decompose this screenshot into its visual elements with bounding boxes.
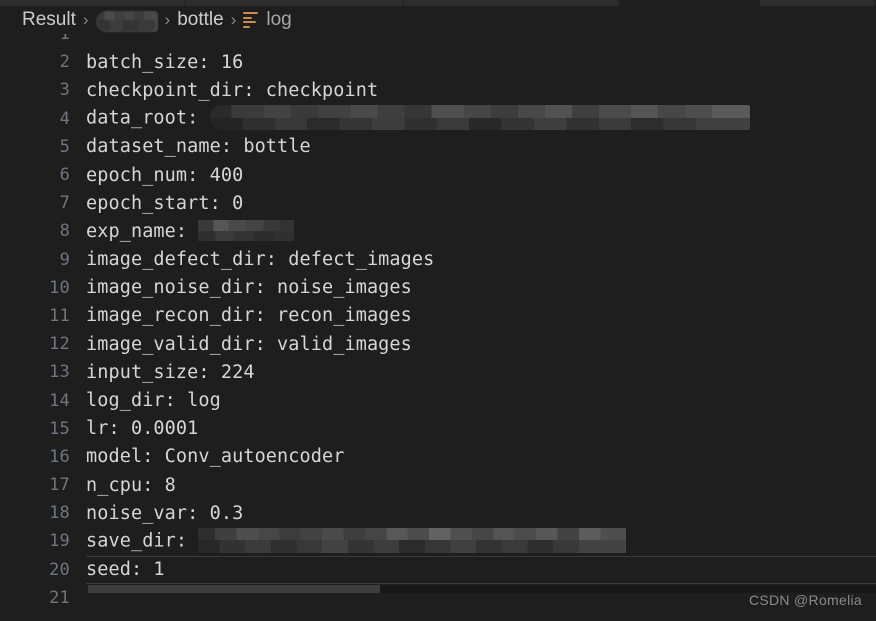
- line-number: 16: [49, 446, 70, 467]
- line-number: 11: [49, 305, 70, 326]
- code-text: model: Conv_autoencoder: [86, 446, 345, 468]
- line-number: 14: [49, 390, 70, 411]
- line-number: 5: [59, 136, 70, 157]
- line-number: 20: [49, 559, 70, 580]
- line-number: 21: [49, 587, 70, 608]
- line-number: 3: [59, 80, 70, 101]
- code-text: noise_var: 0.3: [86, 502, 244, 524]
- breadcrumb-item-root[interactable]: Result: [22, 9, 76, 31]
- code-text: exp_name:: [86, 220, 876, 243]
- code-text: log_dir: log: [86, 390, 221, 412]
- code-text: image_recon_dir: recon_images: [86, 305, 412, 327]
- code-line[interactable]: 15 lr: 0.0001: [0, 415, 876, 443]
- code-line[interactable]: 4 data_root:: [0, 105, 876, 133]
- line-number: 19: [49, 531, 70, 552]
- line-number: 4: [59, 108, 70, 129]
- code-line[interactable]: 10 image_noise_dir: noise_images: [0, 274, 876, 302]
- breadcrumb-separator-icon: ›: [230, 10, 237, 29]
- code-text: input_size: 224: [86, 361, 255, 383]
- code-text: epoch_start: 0: [86, 192, 244, 214]
- code-text: batch_size: 16: [86, 51, 244, 73]
- breadcrumb-separator-icon: ›: [164, 10, 171, 29]
- line-number: 12: [49, 334, 70, 355]
- code-text: image_noise_dir: noise_images: [86, 277, 412, 299]
- redacted-value: [198, 527, 627, 553]
- line-number: 6: [59, 165, 70, 186]
- line-number: 15: [49, 418, 70, 439]
- breadcrumb-item-file[interactable]: log: [266, 9, 291, 31]
- code-line[interactable]: 6 epoch_num: 400: [0, 161, 876, 189]
- code-line[interactable]: 11 image_recon_dir: recon_images: [0, 302, 876, 330]
- code-text: checkpoint_dir: checkpoint: [86, 79, 379, 101]
- code-line[interactable]: 14 log_dir: log: [0, 386, 876, 414]
- breadcrumb-separator-icon: ›: [82, 10, 89, 29]
- code-text: dataset_name: bottle: [86, 136, 311, 158]
- code-line[interactable]: 13 input_size: 224: [0, 358, 876, 386]
- code-line[interactable]: 7 epoch_start: 0: [0, 189, 876, 217]
- line-number: 10: [49, 277, 70, 298]
- line-number: 8: [59, 221, 70, 242]
- line-number: 7: [59, 193, 70, 214]
- code-text: image_defect_dir: defect_images: [86, 249, 435, 271]
- code-text: seed: 1: [86, 559, 165, 581]
- code-editor[interactable]: 1 2 batch_size: 16 3 checkpoint_dir: checkpo…: [0, 34, 876, 621]
- code-line[interactable]: 1: [0, 34, 876, 48]
- code-line[interactable]: 19 save_dir:: [0, 527, 876, 555]
- code-line[interactable]: 21: [0, 584, 876, 612]
- code-line[interactable]: 3 checkpoint_dir: checkpoint: [0, 76, 876, 104]
- code-lines: 1 2 batch_size: 16 3 checkpoint_dir: checkpo…: [0, 34, 876, 612]
- breadcrumb-item-folder[interactable]: bottle: [177, 9, 223, 31]
- code-text: save_dir:: [86, 527, 876, 554]
- line-number: 18: [49, 503, 70, 524]
- watermark: CSDN @Romelia: [748, 592, 862, 608]
- redacted-value: [209, 105, 750, 131]
- editor-window: Result › › bottle › log 1 2 batch_size: 16…: [0, 0, 876, 621]
- line-number: 2: [59, 52, 70, 73]
- code-text: lr: 0.0001: [86, 418, 199, 440]
- line-number: 9: [59, 249, 70, 270]
- code-line[interactable]: 12 image_valid_dir: valid_images: [0, 330, 876, 358]
- code-line[interactable]: 5 dataset_name: bottle: [0, 133, 876, 161]
- log-lines-icon: [243, 12, 259, 28]
- code-line[interactable]: 2 batch_size: 16: [0, 48, 876, 76]
- code-text: epoch_num: 400: [86, 164, 244, 186]
- line-number: 1: [59, 34, 70, 45]
- code-line[interactable]: 18 noise_var: 0.3: [0, 499, 876, 527]
- redacted-value: [198, 220, 295, 242]
- code-text: n_cpu: 8: [86, 474, 176, 496]
- breadcrumb-item-redacted[interactable]: [95, 10, 158, 32]
- code-text: image_valid_dir: valid_images: [86, 333, 412, 355]
- code-text: data_root:: [86, 105, 876, 131]
- code-line[interactable]: 20 seed: 1: [0, 555, 876, 593]
- code-line[interactable]: 16 model: Conv_autoencoder: [0, 443, 876, 471]
- line-number: 13: [49, 362, 70, 383]
- code-line[interactable]: 17 n_cpu: 8: [0, 471, 876, 499]
- breadcrumb: Result › › bottle › log: [0, 6, 876, 34]
- code-line[interactable]: 9 image_defect_dir: defect_images: [0, 246, 876, 274]
- line-number: 17: [49, 475, 70, 496]
- code-line[interactable]: 8 exp_name:: [0, 217, 876, 245]
